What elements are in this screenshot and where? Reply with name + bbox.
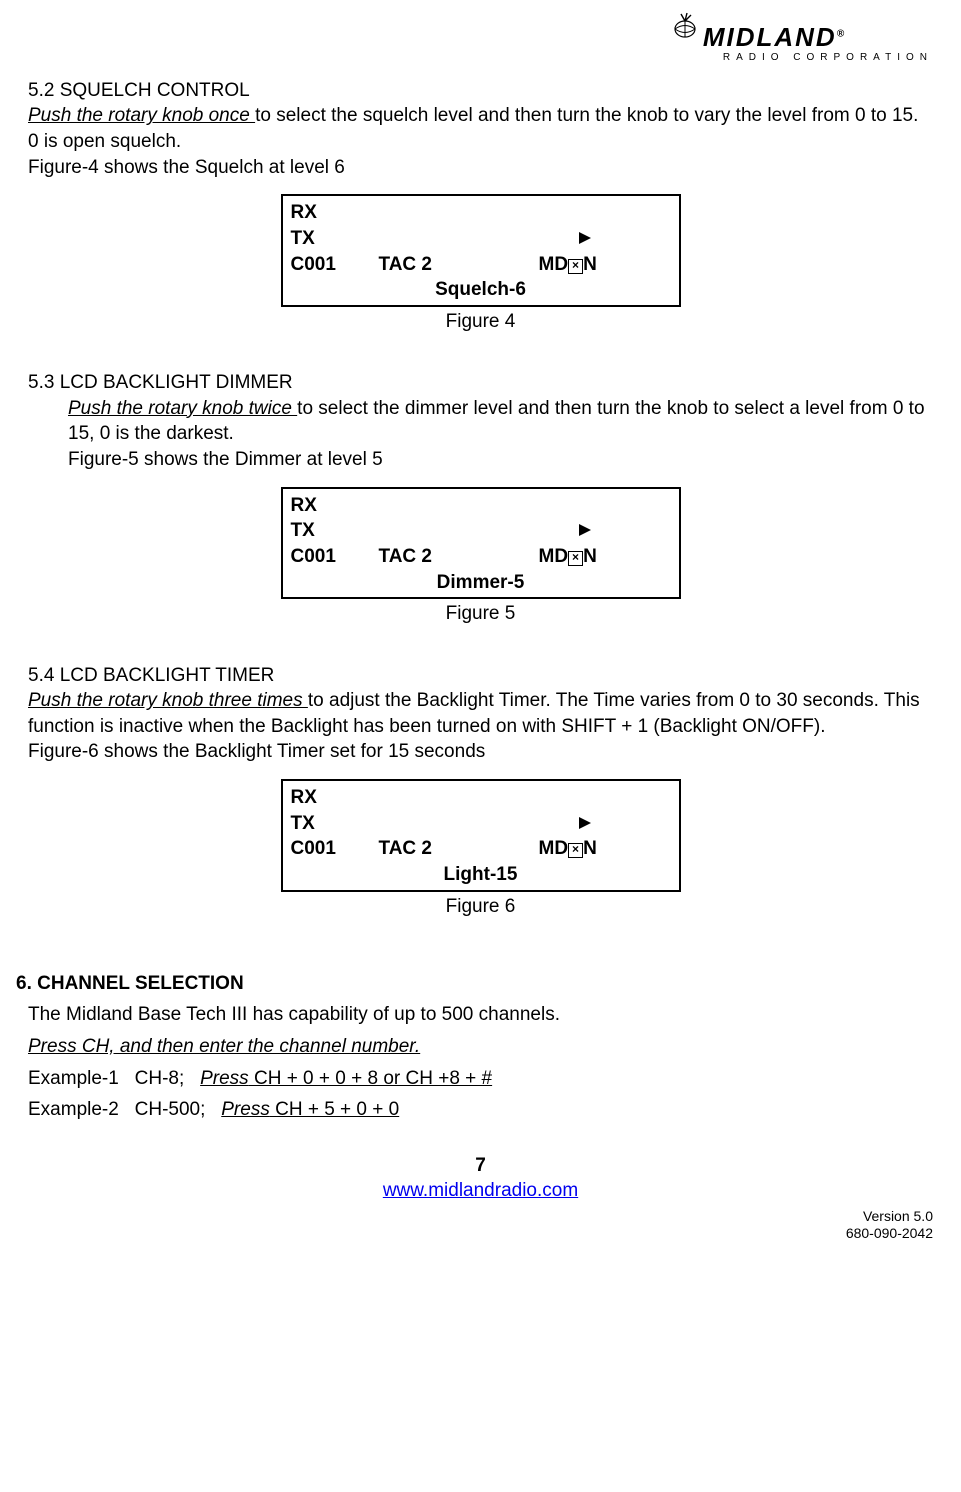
lcd-channel: C001: [291, 252, 379, 278]
fignote-5-2: Figure-4 shows the Squelch at level 6: [28, 155, 933, 181]
lcd-channel: C001: [291, 836, 379, 862]
heading-6: 6. CHANNEL SELECTION: [16, 971, 933, 997]
lcd-rx: RX: [291, 493, 671, 519]
lcd-mode: MD×N: [539, 252, 671, 278]
example-1: Example-1 CH-8; Press CH + 0 + 0 + 8 or …: [28, 1066, 933, 1092]
play-icon: [379, 518, 671, 544]
action-5-3: Push the rotary knob twice: [68, 398, 297, 419]
caption-figure-4: Figure 4: [28, 309, 933, 335]
play-icon: [379, 226, 671, 252]
lcd-rx: RX: [291, 785, 671, 811]
lcd-rx: RX: [291, 200, 671, 226]
lcd-tx: TX: [291, 811, 379, 837]
lcd-mode: MD×N: [539, 836, 671, 862]
lcd-tac: TAC 2: [379, 836, 539, 862]
action-5-2: Push the rotary knob once: [28, 105, 255, 126]
heading-5-4: 5.4 LCD BACKLIGHT TIMER: [28, 663, 933, 689]
lcd-status-5: Dimmer-5: [291, 570, 671, 596]
para-5-2: Push the rotary knob once to select the …: [28, 103, 933, 154]
lcd-figure-5: RX TX C001 TAC 2 MD×N Dimmer-5: [281, 487, 681, 600]
para-5-3: Push the rotary knob twice to select the…: [68, 396, 933, 447]
lcd-tac: TAC 2: [379, 544, 539, 570]
page-number: 7: [28, 1153, 933, 1179]
instr-6: Press CH, and then enter the channel num…: [28, 1034, 933, 1060]
footer-link[interactable]: www.midlandradio.com: [383, 1180, 578, 1201]
lcd-channel: C001: [291, 544, 379, 570]
lcd-tx: TX: [291, 518, 379, 544]
fignote-5-3: Figure-5 shows the Dimmer at level 5: [68, 447, 933, 473]
brand-name: MIDLAND: [703, 22, 837, 52]
lcd-tac: TAC 2: [379, 252, 539, 278]
version-block: Version 5.0 680-090-2042: [28, 1208, 933, 1242]
heading-5-2: 5.2 SQUELCH CONTROL: [28, 78, 933, 104]
lcd-figure-4: RX TX C001 TAC 2 MD×N Squelch-6: [281, 194, 681, 307]
lcd-status-6: Light-15: [291, 862, 671, 888]
para-5-4: Push the rotary knob three times to adju…: [28, 688, 933, 739]
fignote-5-4: Figure-6 shows the Backlight Timer set f…: [28, 739, 933, 765]
caption-figure-5: Figure 5: [28, 601, 933, 627]
action-5-4: Push the rotary knob three times: [28, 690, 308, 711]
lcd-status-4: Squelch-6: [291, 277, 671, 303]
play-icon: [379, 811, 671, 837]
example-2: Example-2 CH-500; Press CH + 5 + 0 + 0: [28, 1097, 933, 1123]
lcd-mode: MD×N: [539, 544, 671, 570]
globe-icon: [671, 12, 701, 51]
intro-6: The Midland Base Tech III has capability…: [28, 1002, 933, 1028]
document-number: 680-090-2042: [28, 1225, 933, 1242]
registered-mark: ®: [837, 28, 846, 39]
caption-figure-6: Figure 6: [28, 894, 933, 920]
version-label: Version 5.0: [28, 1208, 933, 1225]
brand-logo: MIDLAND® RADIO CORPORATION: [28, 20, 933, 68]
heading-5-3: 5.3 LCD BACKLIGHT DIMMER: [28, 370, 933, 396]
lcd-tx: TX: [291, 226, 379, 252]
page-footer: 7 www.midlandradio.com: [28, 1153, 933, 1204]
lcd-figure-6: RX TX C001 TAC 2 MD×N Light-15: [281, 779, 681, 892]
